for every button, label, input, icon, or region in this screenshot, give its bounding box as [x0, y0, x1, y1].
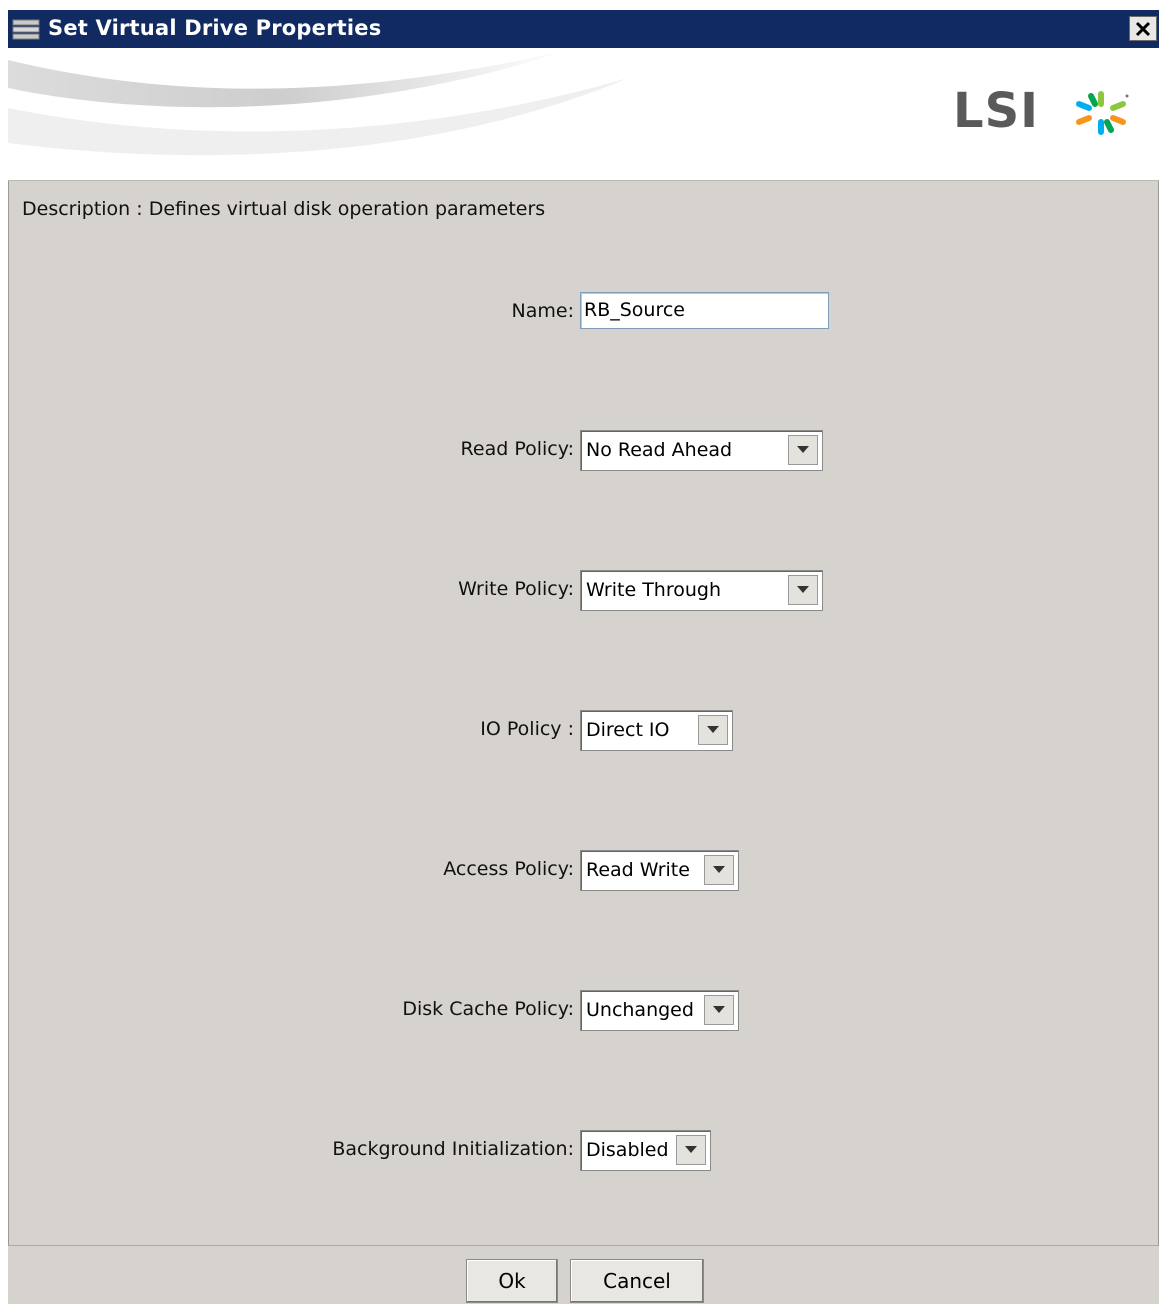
close-button[interactable] — [1129, 16, 1157, 41]
write-policy-dropdown-button[interactable] — [788, 575, 818, 605]
io-policy-dropdown-button[interactable] — [698, 715, 728, 745]
starburst-logo-icon — [1076, 91, 1129, 135]
chevron-down-icon — [797, 586, 809, 593]
read-policy-dropdown-button[interactable] — [788, 435, 818, 465]
access-policy-label: Access Policy: — [443, 858, 574, 880]
background-init-dropdown-button[interactable] — [676, 1135, 706, 1165]
cancel-button[interactable]: Cancel — [570, 1259, 704, 1303]
name-input[interactable]: RB_Source — [580, 292, 829, 329]
title-bar[interactable]: Set Virtual Drive Properties — [8, 10, 1159, 48]
read-policy-select[interactable]: No Read Ahead — [580, 430, 823, 471]
disk-cache-policy-value: Unchanged — [586, 999, 694, 1021]
window-title: Set Virtual Drive Properties — [48, 16, 382, 40]
read-policy-value: No Read Ahead — [586, 439, 733, 461]
name-input-value: RB_Source — [584, 299, 685, 321]
disk-cache-policy-dropdown-button[interactable] — [704, 995, 734, 1025]
io-policy-label: IO Policy : — [480, 718, 574, 740]
ok-button[interactable]: Ok — [466, 1259, 558, 1303]
description-text: Description : Defines virtual disk opera… — [22, 198, 546, 220]
chevron-down-icon — [707, 726, 719, 733]
chevron-down-icon — [713, 866, 725, 873]
disk-cache-policy-label: Disk Cache Policy: — [402, 998, 574, 1020]
logo-text: LSI — [953, 83, 1040, 139]
write-policy-label: Write Policy: — [458, 578, 574, 600]
access-policy-value: Read Write — [586, 859, 690, 881]
chevron-down-icon — [685, 1146, 697, 1153]
disk-cache-policy-select[interactable]: Unchanged — [580, 990, 739, 1031]
properties-panel: Description : Defines virtual disk opera… — [8, 181, 1159, 1245]
chevron-down-icon — [797, 446, 809, 453]
background-init-value: Disabled — [586, 1139, 669, 1161]
access-policy-select[interactable]: Read Write — [580, 850, 739, 891]
close-icon — [1135, 21, 1151, 37]
io-policy-value: Direct IO — [586, 719, 670, 741]
header-banner: LSI — [8, 48, 1159, 181]
background-init-select[interactable]: Disabled — [580, 1130, 711, 1171]
drive-stack-icon — [12, 19, 42, 41]
write-policy-value: Write Through — [586, 579, 722, 601]
name-label: Name: — [511, 300, 574, 322]
io-policy-select[interactable]: Direct IO — [580, 710, 733, 751]
read-policy-label: Read Policy: — [460, 438, 574, 460]
write-policy-select[interactable]: Write Through — [580, 570, 823, 611]
button-bar: Ok Cancel — [8, 1245, 1159, 1304]
lsi-logo: LSI — [953, 86, 1133, 136]
access-policy-dropdown-button[interactable] — [704, 855, 734, 885]
set-virtual-drive-dialog: Set Virtual Drive Properties LSI Descrip… — [8, 10, 1159, 1304]
chevron-down-icon — [713, 1006, 725, 1013]
background-init-label: Background Initialization: — [332, 1138, 574, 1160]
